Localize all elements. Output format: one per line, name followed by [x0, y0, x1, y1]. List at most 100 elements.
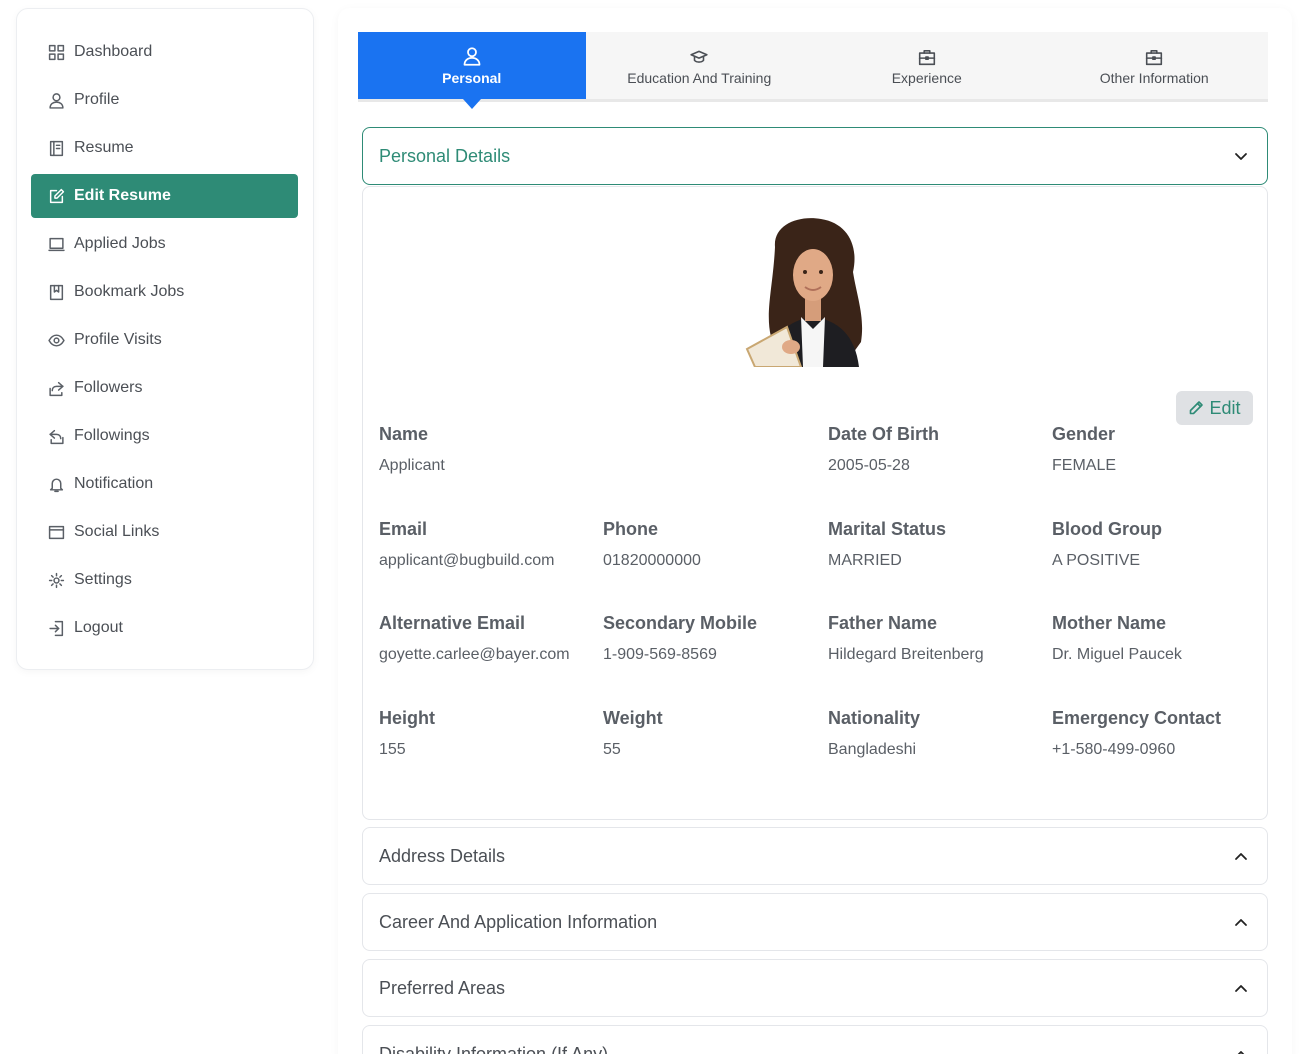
sidebar-item-label: Applied Jobs	[74, 235, 166, 252]
tab-experience[interactable]: Experience	[813, 32, 1041, 99]
logout-icon	[47, 619, 65, 637]
field-label: Secondary Mobile	[603, 613, 758, 633]
sidebar-item-label: Settings	[74, 571, 132, 588]
field-label: Weight	[603, 708, 663, 728]
field-gender: Gender FEMALE	[1052, 424, 1272, 475]
field-nationality: Nationality Bangladeshi	[828, 708, 1048, 759]
main-panel: Personal Education And Training Experien…	[338, 8, 1292, 1054]
sidebar-item-edit-resume[interactable]: Edit Resume	[31, 174, 298, 218]
chevron-up-icon	[1233, 980, 1249, 996]
field-value: FEMALE	[1052, 457, 1117, 474]
accordion-preferred-areas[interactable]: Preferred Areas	[362, 959, 1268, 1017]
sidebar-item-label: Followings	[74, 427, 150, 444]
field-value: A POSITIVE	[1052, 552, 1141, 569]
field-label: Blood Group	[1052, 519, 1162, 539]
sidebar-item-label: Dashboard	[74, 43, 153, 60]
field-label: Phone	[603, 519, 659, 539]
sidebar-item-profile[interactable]: Profile	[31, 78, 298, 122]
sidebar-item-bookmark-jobs[interactable]: Bookmark Jobs	[31, 270, 298, 314]
reply-icon	[47, 427, 65, 445]
field-value: 55	[603, 741, 621, 758]
accordion-title: Address Details	[379, 845, 506, 866]
accordion-address-details[interactable]: Address Details	[362, 827, 1268, 885]
laptop-icon	[47, 235, 65, 253]
profile-photo	[745, 218, 863, 367]
field-label: Father Name	[828, 613, 938, 633]
field-value: Applicant	[379, 457, 445, 474]
briefcase-icon	[1145, 46, 1163, 66]
field-value: 01820000000	[603, 552, 701, 569]
edit-label: Edit	[1209, 397, 1241, 418]
field-value: +1-580-499-0960	[1052, 741, 1176, 758]
field-blood-group: Blood Group A POSITIVE	[1052, 519, 1272, 570]
accordion-title: Preferred Areas	[379, 977, 506, 998]
bell-icon	[47, 475, 65, 493]
user-icon	[47, 91, 65, 109]
field-phone: Phone 01820000000	[603, 519, 823, 570]
accordion-personal-details[interactable]: Personal Details	[362, 127, 1268, 185]
field-alternative-email: Alternative Email goyette.carlee@bayer.c…	[379, 613, 599, 664]
bookmark-icon	[47, 283, 65, 301]
field-label: Email	[379, 519, 428, 539]
field-label: Date Of Birth	[828, 424, 940, 444]
field-label: Alternative Email	[379, 613, 526, 633]
sidebar-item-dashboard[interactable]: Dashboard	[31, 30, 298, 74]
sidebar-item-resume[interactable]: Resume	[31, 126, 298, 170]
grid-icon	[47, 43, 65, 61]
eye-icon	[47, 331, 65, 349]
sidebar-item-label: Resume	[74, 139, 134, 156]
edit-button[interactable]: Edit	[1176, 391, 1253, 425]
accordion-title: Career And Application Information	[379, 911, 658, 932]
tab-label: Personal	[442, 69, 502, 86]
personal-details-panel: Edit Name Applicant Date Of Birth 2005-0…	[362, 186, 1268, 820]
tab-label: Education And Training	[627, 69, 772, 86]
accordion-career-and-application[interactable]: Career And Application Information	[362, 893, 1268, 951]
sidebar-item-followings[interactable]: Followings	[31, 414, 298, 458]
accordion-title: Disability Information (If Any)	[379, 1043, 609, 1054]
sidebar-item-label: Social Links	[74, 523, 160, 540]
tab-personal[interactable]: Personal	[358, 32, 586, 109]
field-label: Mother Name	[1052, 613, 1167, 633]
tab-label: Experience	[891, 69, 962, 86]
sidebar-item-label: Profile Visits	[74, 331, 162, 348]
browser-icon	[47, 523, 65, 541]
sidebar-item-followers[interactable]: Followers	[31, 366, 298, 410]
user-icon	[462, 46, 482, 66]
resume-tabs: Personal Education And Training Experien…	[358, 32, 1269, 109]
field-email: Email applicant@bugbuild.com	[379, 519, 599, 570]
field-value: 155	[379, 741, 406, 758]
sidebar-item-profile-visits[interactable]: Profile Visits	[31, 318, 298, 362]
field-secondary-mobile: Secondary Mobile 1-909-569-8569	[603, 613, 823, 664]
sidebar-item-label: Notification	[74, 475, 154, 492]
sidebar: Dashboard Profile Resume Edit Resume App…	[16, 8, 314, 670]
tab-other-information[interactable]: Other Information	[1041, 32, 1269, 99]
tab-education-and-training[interactable]: Education And Training	[586, 32, 814, 99]
field-value: applicant@bugbuild.com	[379, 552, 555, 569]
field-mother-name: Mother Name Dr. Miguel Paucek	[1052, 613, 1272, 664]
chevron-up-icon	[1233, 848, 1249, 864]
chevron-up-icon	[1233, 914, 1249, 930]
file-icon	[47, 139, 65, 157]
sidebar-item-settings[interactable]: Settings	[31, 558, 298, 602]
field-label: Nationality	[828, 708, 921, 728]
sidebar-item-label: Logout	[74, 619, 123, 636]
accordion-disability-information[interactable]: Disability Information (If Any)	[362, 1025, 1268, 1054]
sidebar-item-notification[interactable]: Notification	[31, 462, 298, 506]
pencil-icon	[1190, 401, 1204, 415]
field-value: Hildegard Breitenberg	[828, 646, 984, 663]
field-label: Name	[379, 424, 429, 444]
field-value: goyette.carlee@bayer.com	[379, 646, 570, 663]
sidebar-item-logout[interactable]: Logout	[31, 606, 298, 650]
field-father-name: Father Name Hildegard Breitenberg	[828, 613, 1048, 664]
sidebar-item-label: Profile	[74, 91, 120, 108]
edit-icon	[47, 187, 65, 205]
sidebar-item-label: Bookmark Jobs	[74, 283, 185, 300]
sidebar-item-applied-jobs[interactable]: Applied Jobs	[31, 222, 298, 266]
field-value: 1-909-569-8569	[603, 646, 717, 663]
sidebar-item-label: Edit Resume	[74, 187, 171, 204]
gear-icon	[47, 571, 65, 589]
field-label: Marital Status	[828, 519, 947, 539]
field-date-of-birth: Date Of Birth 2005-05-28	[828, 424, 1048, 475]
sidebar-item-social-links[interactable]: Social Links	[31, 510, 298, 554]
field-value: Dr. Miguel Paucek	[1052, 646, 1182, 663]
